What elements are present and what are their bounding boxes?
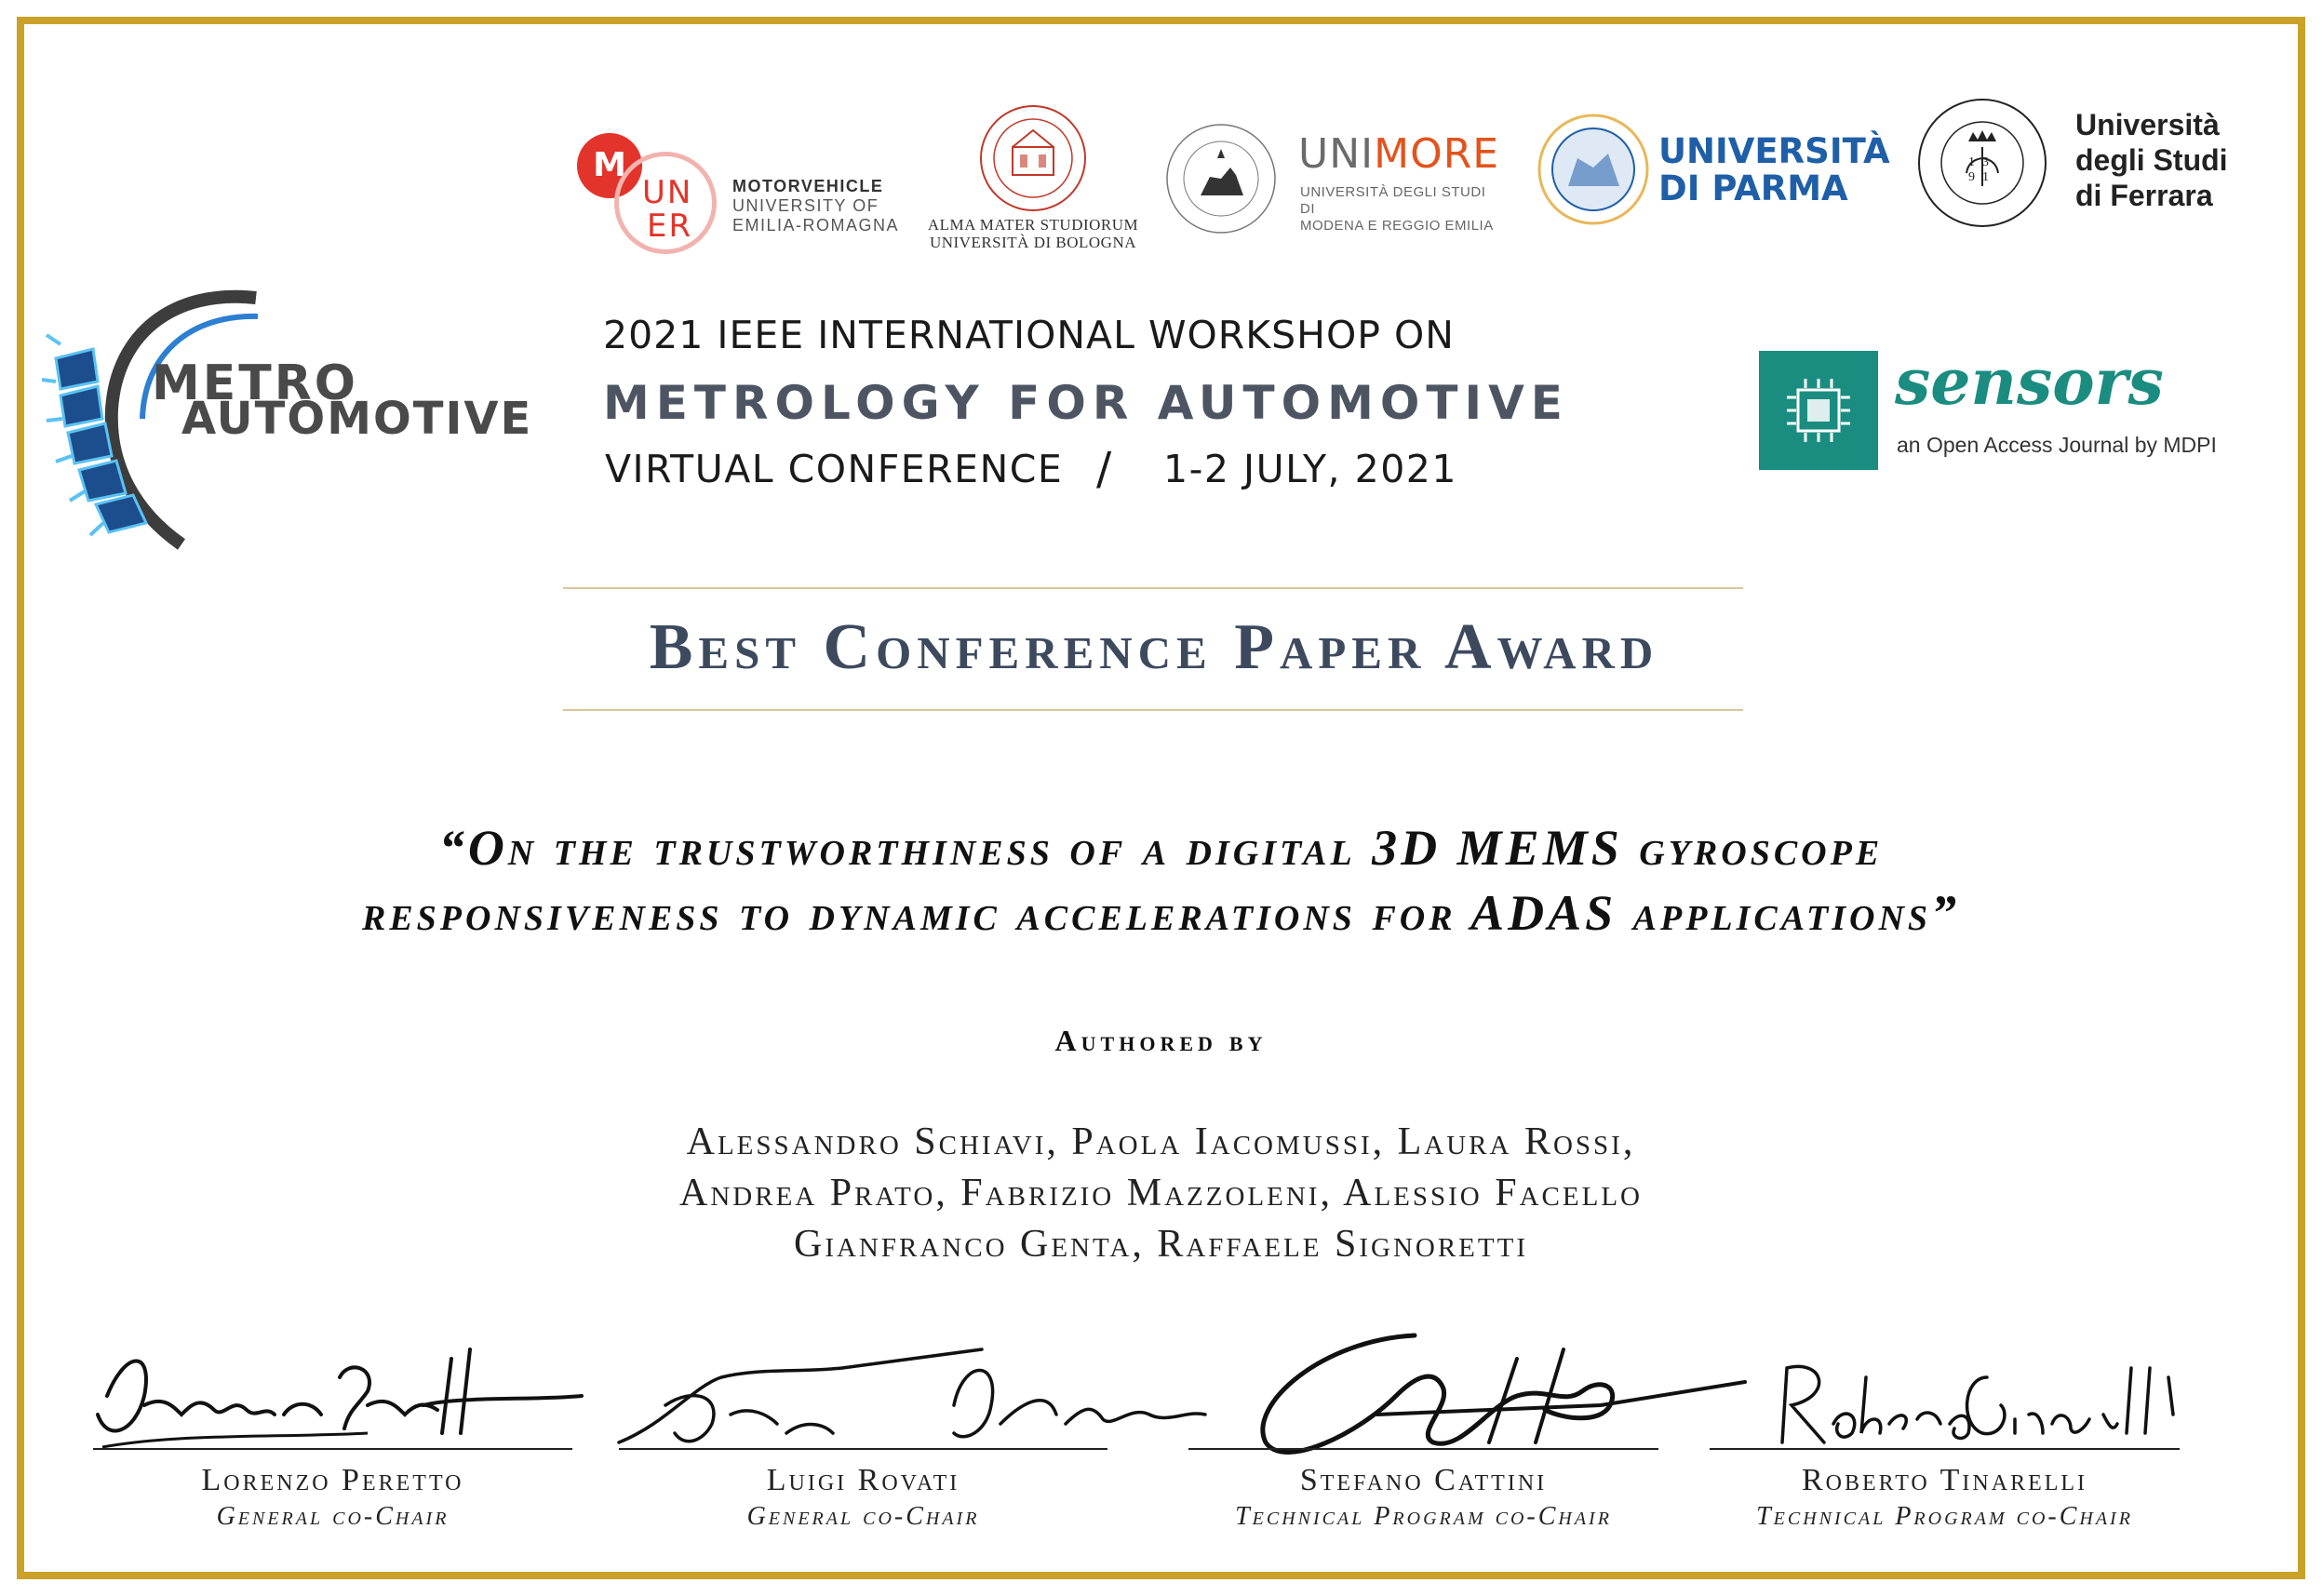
unimore-subtext: UNIVERSITÀ DEGLI STUDI DI MODENA E REGGI… <box>1300 184 1494 234</box>
unimore-name: UNIMORE <box>1298 130 1500 178</box>
signatory-4-role: Technical Program co-Chair <box>1756 1502 2133 1531</box>
paper-title-line-2: responsiveness to dynamic accelerations … <box>361 885 1961 941</box>
signature-4-handwriting <box>1780 1364 2175 1444</box>
workshop-line-3-left: VIRTUAL CONFERENCE <box>605 447 1064 491</box>
authored-by-label: Authored by <box>1054 1024 1268 1057</box>
signatory-3-role: Technical Program co-Chair <box>1235 1502 1612 1531</box>
paper-title-line-1: “On the trustworthiness of a digital 3D … <box>438 820 1884 876</box>
signature-1-handwriting <box>96 1348 584 1449</box>
signatory-3-name: Stefano Cattini <box>1299 1463 1548 1497</box>
sensors-logo: sensors an Open Access Journal by MDPI <box>1759 345 2243 472</box>
signatory-4-name: Roberto Tinarelli <box>1801 1463 2088 1497</box>
signature-2-handwriting <box>617 1348 1207 1444</box>
ferrara-name: Università degli Studi di Ferrara <box>2075 108 2228 212</box>
muner-un: UN <box>642 174 693 211</box>
signature-3-line <box>1188 1448 1658 1450</box>
authors-line-2: Andrea Prato, Fabrizio Mazzoleni, Alessi… <box>679 1172 1643 1214</box>
title-rule-bottom <box>563 709 1743 711</box>
signature-4-line <box>1710 1448 2180 1450</box>
authors-line-1: Alessandro Schiavi, Paola Iacomussi, Lau… <box>686 1120 1636 1163</box>
chip-icon <box>1787 379 1850 442</box>
sensors-name: sensors <box>1895 345 2164 420</box>
workshop-line-1: 2021 IEEE INTERNATIONAL WORKSHOP ON <box>603 313 1455 357</box>
signature-2-line <box>619 1448 1107 1450</box>
title-rule-top <box>563 587 1743 589</box>
authors-list: Alessandro Schiavi, Paola Iacomussi, Lau… <box>0 1117 2322 1270</box>
bologna-logo: ALMA MATER STUDIORUM UNIVERSITÀ DI BOLOG… <box>921 102 1145 261</box>
metro-automotive-logo: METRO AUTOMOTIVE <box>42 270 563 558</box>
workshop-line-3-sep: / <box>1096 443 1112 495</box>
parma-name: UNIVERSITÀ DI PARMA <box>1658 131 1890 208</box>
bologna-seal-icon <box>980 105 1086 211</box>
parma-seal-icon <box>1537 114 1649 225</box>
signature-1-line <box>93 1448 572 1450</box>
parma-logo: UNIVERSITÀ DI PARMA <box>1536 107 1890 237</box>
signatory-2-name: Luigi Rovati <box>766 1463 960 1497</box>
bologna-text: ALMA MATER STUDIORUM UNIVERSITÀ DI BOLOG… <box>927 216 1139 251</box>
ferrara-seal-year: 13 91 <box>1968 155 1996 184</box>
signatory-1-name: Lorenzo Peretto <box>201 1463 464 1497</box>
unimore-logo: UNIMORE UNIVERSITÀ DEGLI STUDI DI MODENA… <box>1163 112 1498 242</box>
muner-logo: M UN ER MOTORVEHICLE UNIVERSITY OF EMILI… <box>572 126 907 265</box>
unimore-seal-icon <box>1166 124 1276 234</box>
award-title: Best Conference Paper Award <box>649 611 1659 683</box>
ferrara-logo: 13 91 Università degli Studi di Ferrara <box>1913 93 2266 242</box>
sensors-tagline: an Open Access Journal by MDPI <box>1897 433 2217 457</box>
workshop-line-3-right: 1-2 JULY, 2021 <box>1163 447 1457 491</box>
workshop-line-2: METROLOGY FOR AUTOMOTIVE <box>603 376 1569 430</box>
muner-er: ER <box>647 208 693 245</box>
signatory-1-role: General co-Chair <box>216 1502 450 1531</box>
authors-line-3: Gianfranco Genta, Raffaele Signoretti <box>794 1223 1528 1266</box>
muner-text: MOTORVEHICLE UNIVERSITY OF EMILIA-ROMAGN… <box>732 177 900 235</box>
signatory-2-role: General co-Chair <box>746 1502 980 1531</box>
automotive-word: AUTOMOTIVE <box>181 393 533 445</box>
